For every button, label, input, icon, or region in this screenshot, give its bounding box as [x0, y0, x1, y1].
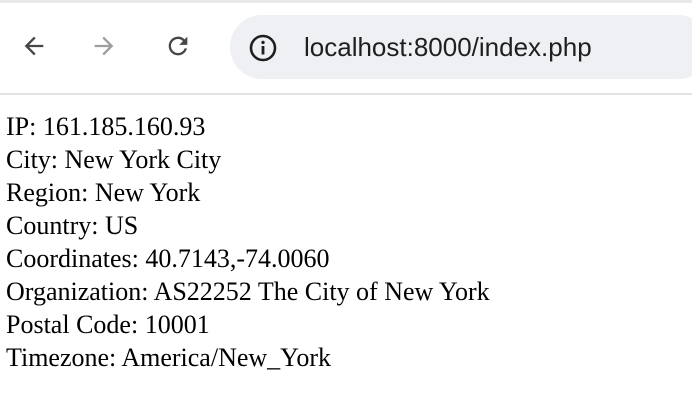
address-bar[interactable]: localhost:8000/index.php — [230, 15, 692, 79]
browser-toolbar: localhost:8000/index.php — [0, 0, 692, 95]
page-content: IP: 161.185.160.93 City: New York City R… — [6, 110, 490, 374]
city-label: City — [6, 145, 51, 174]
ip-label: IP — [6, 112, 30, 141]
country-line: Country: US — [6, 211, 139, 240]
timezone-line: Timezone: America/New_York — [6, 343, 331, 372]
region-value: New York — [94, 178, 201, 207]
organization-value: AS22252 The City of New York — [153, 277, 490, 306]
timezone-value: America/New_York — [121, 343, 331, 372]
organization-label: Organization — [6, 277, 142, 306]
region-line: Region: New York — [6, 178, 201, 207]
city-line: City: New York City — [6, 145, 222, 174]
site-info-button[interactable] — [246, 31, 280, 65]
country-value: US — [104, 211, 139, 240]
coordinates-value: 40.7143,-74.0060 — [145, 244, 330, 273]
postal-code-label: Postal Code — [6, 310, 131, 339]
reload-icon — [168, 36, 188, 56]
coordinates-line: Coordinates: 40.7143,-74.0060 — [6, 244, 330, 273]
tab-strip-edge — [0, 0, 692, 3]
url-text[interactable]: localhost:8000/index.php — [304, 32, 592, 62]
city-value: New York City — [64, 145, 222, 174]
country-label: Country — [6, 211, 92, 240]
postal-code-value: 10001 — [144, 310, 210, 339]
info-icon — [249, 34, 277, 62]
back-arrow-icon — [24, 36, 44, 56]
region-label: Region — [6, 178, 82, 207]
ip-value: 161.185.160.93 — [42, 112, 206, 141]
organization-line: Organization: AS22252 The City of New Yo… — [6, 277, 490, 306]
coordinates-label: Coordinates — [6, 244, 132, 273]
reload-button[interactable] — [158, 26, 198, 66]
forward-arrow-icon — [94, 36, 114, 56]
back-button[interactable] — [14, 26, 54, 66]
forward-button[interactable] — [84, 26, 124, 66]
ip-line: IP: 161.185.160.93 — [6, 112, 206, 141]
postal-code-line: Postal Code: 10001 — [6, 310, 210, 339]
timezone-label: Timezone — [6, 343, 110, 372]
